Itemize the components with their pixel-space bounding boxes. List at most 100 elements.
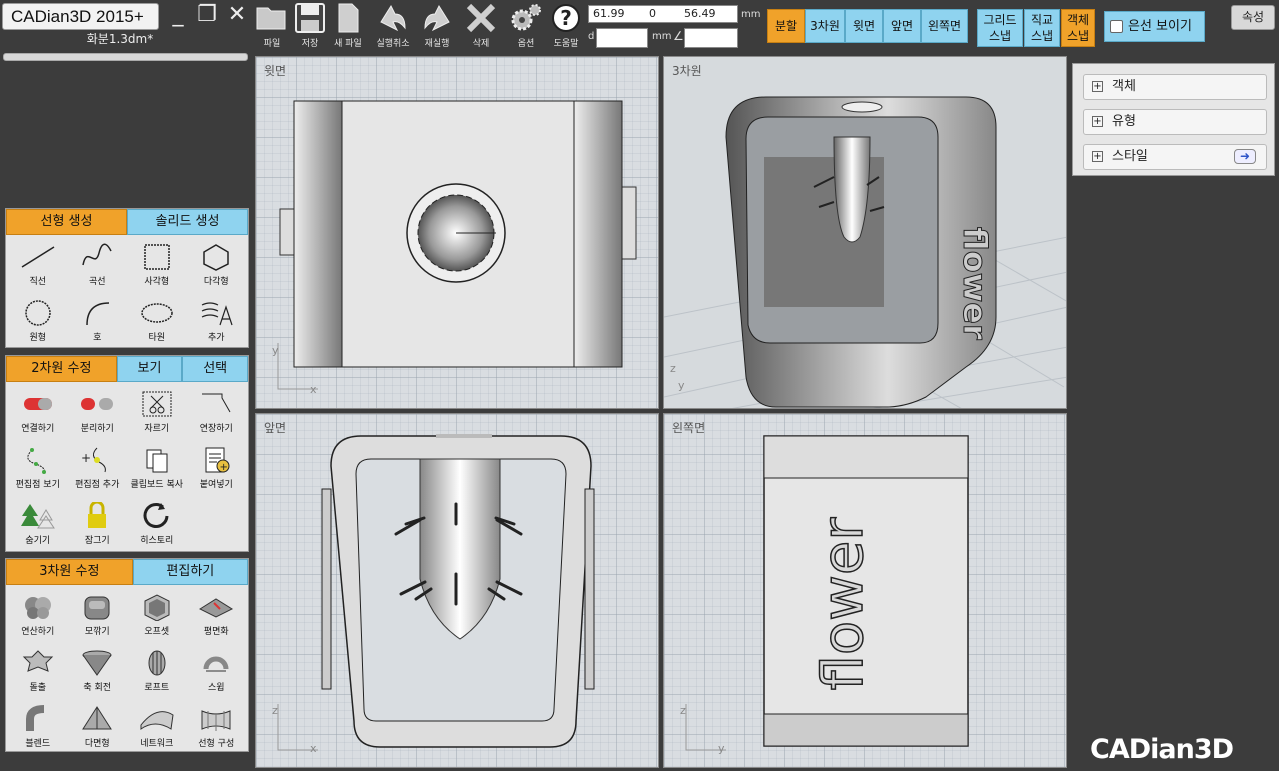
tab-edit2d[interactable]: 2차원 수정 <box>6 356 117 382</box>
expand-icon: + <box>1092 151 1103 162</box>
tab-edit3d[interactable]: 3차원 수정 <box>6 559 133 585</box>
undo-button[interactable]: 실행취소 <box>373 2 413 50</box>
join-icon <box>23 398 52 410</box>
viewport-top[interactable]: 윗면 y x <box>255 56 659 409</box>
view-3d-button[interactable]: 3차원 <box>805 9 845 43</box>
extrude-tool[interactable]: 돌출 <box>8 645 68 701</box>
viewport-left[interactable]: 왼쪽면 flower z y <box>663 413 1067 768</box>
sweep-tool[interactable]: 스윕 <box>187 645 247 701</box>
polygon-tool[interactable]: 다각형 <box>187 239 247 295</box>
coordinate-readout[interactable]: 61.99 0 56.49 <box>588 5 738 23</box>
extend-tool[interactable]: 연장하기 <box>187 386 247 442</box>
options-button[interactable]: 옵션 <box>506 2 546 50</box>
redo-button[interactable]: 재실행 <box>417 2 457 50</box>
delete-icon <box>466 3 496 33</box>
tab-select[interactable]: 선택 <box>182 356 249 382</box>
clipboard-copy-tool[interactable]: 클립보드 복사 <box>127 442 187 498</box>
view-front-button[interactable]: 앞면 <box>883 9 921 43</box>
brand-logo: CADian3D <box>1090 734 1234 765</box>
save-button[interactable]: 저장 <box>290 2 330 50</box>
app-title: CADian3D 2015+ <box>2 3 159 30</box>
view-top-button[interactable]: 윗면 <box>845 9 883 43</box>
restore-button[interactable]: ❐ <box>195 3 219 29</box>
curve-construct-tool[interactable]: 선형 구성 <box>187 701 247 757</box>
show-points-tool[interactable]: 편집점 보기 <box>8 442 68 498</box>
line-tool[interactable]: 직선 <box>8 239 68 295</box>
history-icon <box>143 503 169 528</box>
blend-tool[interactable]: 블렌드 <box>8 701 68 757</box>
angle-label: ∠ <box>673 29 684 43</box>
paste-tool[interactable]: + 붙여넣기 <box>187 442 247 498</box>
flatten-tool[interactable]: 평면화 <box>187 589 247 645</box>
undo-icon <box>380 4 406 32</box>
revolve-icon <box>82 650 112 676</box>
loft-tool[interactable]: 로프트 <box>127 645 187 701</box>
hide-tool[interactable]: 숨기기 <box>8 498 68 554</box>
viewport-front[interactable]: 앞면 z x <box>255 413 659 768</box>
sweep-icon <box>203 656 229 672</box>
curve-tool[interactable]: 곡선 <box>68 239 128 295</box>
accordion-type[interactable]: + 유형 <box>1083 109 1267 135</box>
arc-tool[interactable]: 호 <box>68 295 128 351</box>
svg-text:?: ? <box>560 6 572 30</box>
fillet-icon <box>84 596 110 620</box>
line-icon <box>21 246 55 268</box>
curve-construct-icon <box>201 710 231 731</box>
axis-v-label: z <box>670 362 676 375</box>
explode-tool[interactable]: 분리하기 <box>68 386 128 442</box>
boolean-tool[interactable]: 연산하기 <box>8 589 68 645</box>
svg-text:+: + <box>220 462 228 473</box>
hidden-lines-checkbox[interactable] <box>1110 20 1123 33</box>
open-file-button[interactable]: 파일 <box>252 2 292 50</box>
distance-unit: mm <box>652 31 672 42</box>
hide-icon <box>20 504 55 529</box>
minimize-button[interactable]: _ <box>166 3 190 29</box>
arrow-right-icon[interactable]: ➜ <box>1234 149 1256 164</box>
revolve-tool[interactable]: 축 회전 <box>68 645 128 701</box>
ellipse-tool[interactable]: 타원 <box>127 295 187 351</box>
tab-view[interactable]: 보기 <box>116 356 183 382</box>
view-left-button[interactable]: 왼쪽면 <box>921 9 968 43</box>
circle-tool[interactable]: 원형 <box>8 295 68 351</box>
blend-icon <box>25 705 44 731</box>
ortho-snap-button[interactable]: 직교 스냅 <box>1024 9 1060 47</box>
properties-button[interactable]: 속성 <box>1231 5 1275 30</box>
network-tool[interactable]: 네트워크 <box>127 701 187 757</box>
lock-icon <box>88 502 107 528</box>
fillet-tool[interactable]: 모깎기 <box>68 589 128 645</box>
rectangle-tool[interactable]: 사각형 <box>127 239 187 295</box>
help-button[interactable]: ? 도움말 <box>546 2 586 50</box>
extrude-icon <box>22 650 53 672</box>
tab-edit[interactable]: 편집하기 <box>132 559 248 585</box>
accordion-style[interactable]: + 스타일 ➜ <box>1083 144 1267 170</box>
object-panel: + 객체 + 유형 + 스타일 ➜ <box>1072 63 1275 176</box>
viewport-3d[interactable]: 3차원 flower z y <box>663 56 1067 409</box>
join-tool[interactable]: 연결하기 <box>8 386 68 442</box>
history-tool[interactable]: 히스토리 <box>127 498 187 554</box>
accordion-object[interactable]: + 객체 <box>1083 74 1267 100</box>
lock-tool[interactable]: 잠그기 <box>68 498 128 554</box>
offset-tool[interactable]: 오프셋 <box>127 589 187 645</box>
file-name: 화분1.3dm* <box>86 32 154 46</box>
angle-input[interactable] <box>684 28 738 48</box>
svg-text:+: + <box>81 451 91 465</box>
polygon-icon <box>203 244 229 271</box>
view-split-button[interactable]: 분할 <box>767 9 805 43</box>
object-snap-button[interactable]: 객체 스냅 <box>1061 9 1095 47</box>
tab-solid-create[interactable]: 솔리드 생성 <box>127 209 248 235</box>
trim-tool[interactable]: 자르기 <box>127 386 187 442</box>
distance-label: d <box>588 31 595 42</box>
close-button[interactable]: ✕ <box>225 3 249 29</box>
add-more-tool[interactable]: 추가 <box>187 295 247 351</box>
tab-linear-create[interactable]: 선형 생성 <box>6 209 127 235</box>
distance-input[interactable] <box>596 28 648 48</box>
grid-snap-button[interactable]: 그리드 스냅 <box>977 9 1023 47</box>
add-point-tool[interactable]: + 편집점 추가 <box>68 442 128 498</box>
new-file-button[interactable]: 새 파일 <box>328 2 368 50</box>
delete-button[interactable]: 삭제 <box>461 2 501 50</box>
trim-icon <box>142 391 172 417</box>
ellipse-icon <box>141 303 173 323</box>
persp-view-model: flower <box>725 96 997 408</box>
polyhedron-tool[interactable]: 다면형 <box>68 701 128 757</box>
hidden-lines-toggle[interactable]: 은선 보이기 <box>1104 11 1205 42</box>
